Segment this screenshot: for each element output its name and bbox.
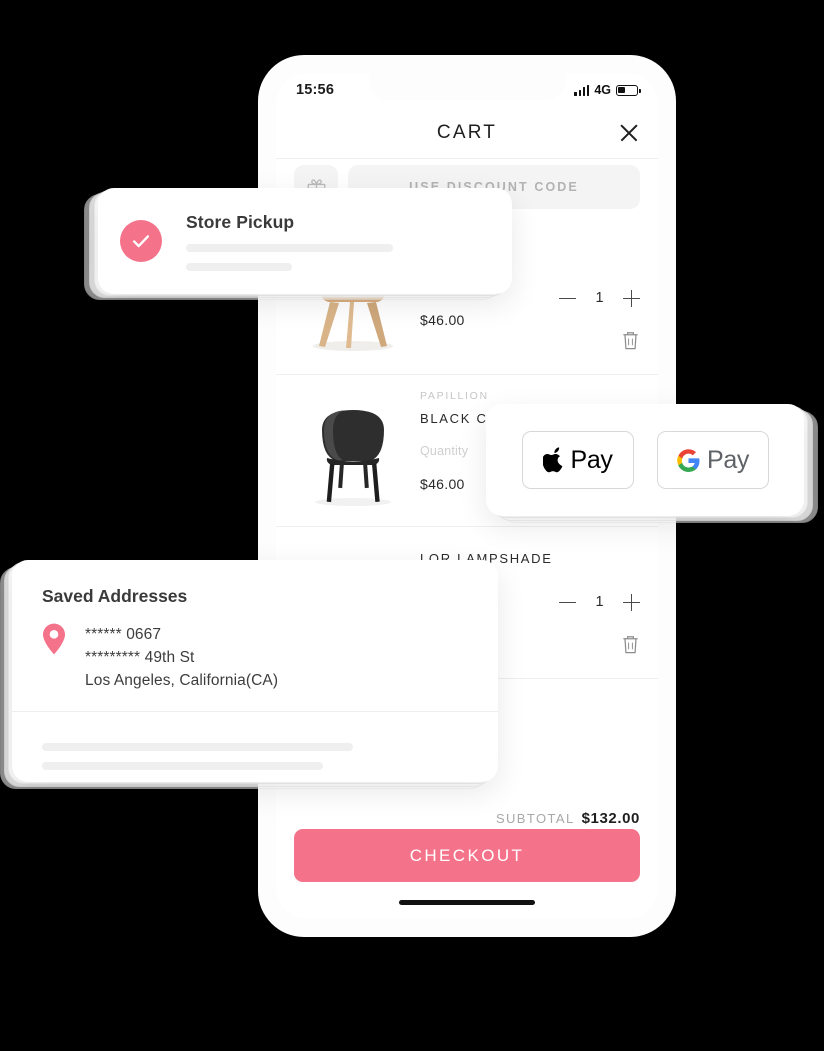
subtotal-label: SUBTOTAL: [495, 811, 575, 826]
plus-icon[interactable]: [623, 289, 640, 307]
saved-addresses-card-stack: Saved Addresses ****** 0667 ********* 49…: [0, 560, 498, 789]
delete-item-button[interactable]: [621, 634, 640, 660]
battery-icon: [616, 84, 641, 96]
placeholder-bar: [42, 762, 324, 770]
store-pickup-body: Store Pickup: [162, 212, 490, 271]
saved-addresses-card[interactable]: Saved Addresses ****** 0667 ********* 49…: [12, 560, 498, 782]
minus-icon[interactable]: [559, 594, 576, 611]
signal-bars-icon: [574, 84, 590, 96]
address-placeholder-group: [42, 732, 468, 770]
trash-icon: [623, 635, 638, 653]
google-pay-button[interactable]: Pay: [656, 431, 769, 489]
trash-icon: [623, 331, 638, 349]
address-entry[interactable]: ****** 0667 ********* 49th St Los Angele…: [42, 623, 468, 692]
phone-notch: [369, 73, 565, 100]
apple-pay-label: Pay: [570, 445, 613, 474]
payment-methods-card: Pay Pay: [486, 404, 804, 516]
store-pickup-title: Store Pickup: [186, 211, 295, 232]
quantity-stepper[interactable]: 1: [559, 593, 640, 611]
minus-icon[interactable]: [559, 290, 576, 307]
status-indicators: 4G: [574, 83, 641, 97]
black-chair-image: [294, 386, 412, 516]
delete-item-button[interactable]: [621, 330, 640, 356]
apple-pay-button[interactable]: Pay: [521, 431, 634, 489]
check-circle-icon: [120, 220, 162, 262]
network-label: 4G: [594, 83, 611, 97]
page-title: CART: [436, 121, 498, 143]
checkout-button[interactable]: CHECKOUT: [294, 829, 640, 882]
store-pickup-card[interactable]: Store Pickup: [98, 188, 512, 294]
apple-logo-icon: [542, 446, 562, 472]
placeholder-bar: [186, 262, 293, 271]
screenshot-stage: 15:56 4G CART USE DISCOUNT CODE $46.00 1…: [0, 0, 824, 1051]
subtotal-row: SUBTOTAL $132.00: [276, 810, 658, 827]
plus-icon[interactable]: [623, 593, 640, 611]
location-pin-icon: [43, 623, 65, 655]
close-icon[interactable]: [618, 122, 640, 144]
google-g-icon: [677, 448, 700, 472]
cart-header: CART: [276, 107, 658, 159]
saved-addresses-title: Saved Addresses: [42, 586, 188, 606]
divider: [12, 711, 498, 712]
status-time: 15:56: [296, 82, 335, 98]
home-indicator: [399, 900, 535, 905]
quantity-value: 1: [595, 290, 604, 306]
checkout-label: CHECKOUT: [409, 845, 525, 865]
address-line: Los Angeles, California(CA): [85, 672, 279, 689]
address-line: ********* 49th St: [85, 649, 195, 666]
item-brand: PAPILLION: [420, 389, 489, 402]
address-line: ****** 0667: [85, 626, 162, 643]
subtotal-value: $132.00: [581, 810, 640, 827]
item-price: $46.00: [420, 311, 465, 328]
address-lines: ****** 0667 ********* 49th St Los Angele…: [66, 623, 278, 692]
placeholder-bar: [186, 243, 393, 252]
quantity-stepper[interactable]: 1: [559, 289, 640, 307]
google-pay-label: Pay: [707, 445, 749, 474]
placeholder-bar: [42, 743, 353, 751]
quantity-value: 1: [595, 594, 604, 610]
payment-card-stack: Pay Pay: [486, 404, 818, 523]
store-pickup-card-stack: Store Pickup: [84, 188, 512, 300]
